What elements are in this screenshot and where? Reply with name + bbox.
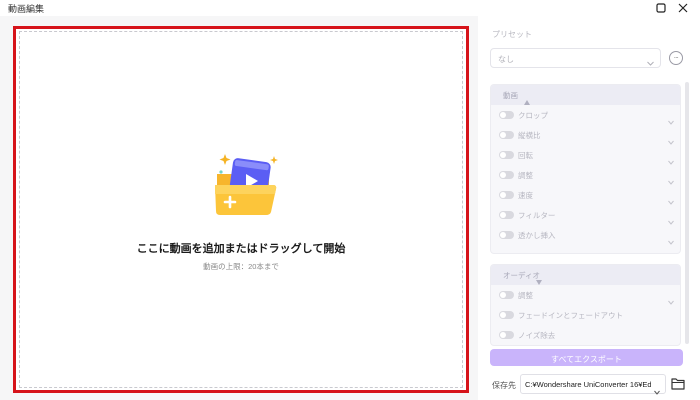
preset-selected-value: なし	[498, 55, 514, 64]
save-path-value: C:¥Wondershare UniConverter 16¥Edit	[525, 380, 651, 389]
toggle-switch[interactable]	[499, 191, 514, 199]
export-all-button[interactable]: すべてエクスポート	[490, 349, 683, 366]
video-option-row[interactable]: 調整	[491, 165, 680, 185]
preset-label: プリセット	[492, 30, 532, 39]
video-option-row[interactable]: フィルター	[491, 205, 680, 225]
toggle-switch[interactable]	[499, 111, 514, 119]
audio-panel-header[interactable]: オーディオ	[491, 265, 680, 285]
drop-zone[interactable]: ここに動画を追加またはドラッグして開始 動画の上限：20本まで	[13, 26, 469, 393]
window-title: 動画編集	[8, 4, 45, 14]
toggle-switch[interactable]	[499, 211, 514, 219]
audio-option-label: ノイズ除去	[518, 331, 556, 340]
more-icon[interactable]: ...	[669, 51, 683, 65]
video-option-label: 透かし挿入	[518, 231, 556, 240]
audio-panel-title: オーディオ	[503, 271, 540, 280]
video-panel-title: 動画	[503, 91, 518, 100]
settings-pane: プリセット なし ... 動画 クロップ 縦横比 回転 調整 速度 フィルター …	[478, 16, 700, 400]
audio-settings-panel: オーディオ 調整 フェードインとフェードアウト ノイズ除去	[490, 264, 681, 346]
video-option-label: クロップ	[518, 111, 548, 120]
video-option-label: 縦横比	[518, 131, 541, 140]
toggle-switch[interactable]	[499, 231, 514, 239]
toggle-switch[interactable]	[499, 151, 514, 159]
audio-option-row[interactable]: 調整	[491, 285, 680, 305]
audio-option-label: 調整	[518, 291, 533, 300]
toggle-switch[interactable]	[499, 291, 514, 299]
video-option-row[interactable]: 縦横比	[491, 125, 680, 145]
chevron-down-icon	[647, 54, 654, 72]
audio-option-label: フェードインとフェードアウト	[518, 311, 623, 320]
export-all-label: すべてエクスポート	[551, 355, 622, 364]
maximize-icon[interactable]	[654, 1, 668, 15]
title-bar: 動画編集	[0, 0, 700, 16]
video-limit-text: 動画の上限：20本まで	[203, 262, 279, 271]
preview-pane: ここに動画を追加またはドラッグして開始 動画の上限：20本まで	[0, 16, 478, 400]
close-icon[interactable]	[676, 1, 690, 15]
drop-zone-dashed-border: ここに動画を追加またはドラッグして開始 動画の上限：20本まで	[19, 31, 463, 388]
video-option-label: 回転	[518, 151, 533, 160]
video-settings-panel: 動画 クロップ 縦横比 回転 調整 速度 フィルター 透かし挿入	[490, 84, 681, 254]
video-option-label: フィルター	[518, 211, 556, 220]
video-option-label: 調整	[518, 171, 533, 180]
save-path-dropdown[interactable]: C:¥Wondershare UniConverter 16¥Edit	[520, 374, 666, 395]
video-option-row[interactable]: 速度	[491, 185, 680, 205]
toggle-switch[interactable]	[499, 311, 514, 319]
video-option-row[interactable]: 透かし挿入	[491, 225, 680, 245]
scrollbar[interactable]	[685, 82, 689, 344]
chevron-down-icon	[654, 382, 660, 400]
audio-option-row[interactable]: フェードインとフェードアウト	[491, 305, 680, 325]
audio-option-row[interactable]: ノイズ除去	[491, 325, 680, 345]
save-location-label: 保存先	[492, 381, 516, 390]
toggle-switch[interactable]	[499, 331, 514, 339]
chevron-down-icon	[668, 232, 674, 250]
folder-video-icon	[213, 152, 283, 218]
video-option-label: 速度	[518, 191, 533, 200]
drop-zone-instruction: ここに動画を追加またはドラッグして開始	[136, 243, 346, 255]
video-panel-header[interactable]: 動画	[491, 85, 680, 105]
toggle-switch[interactable]	[499, 131, 514, 139]
folder-icon[interactable]	[671, 377, 685, 391]
video-option-row[interactable]: 回転	[491, 145, 680, 165]
toggle-switch[interactable]	[499, 171, 514, 179]
preset-dropdown[interactable]: なし	[490, 48, 661, 68]
video-option-row[interactable]: クロップ	[491, 105, 680, 125]
